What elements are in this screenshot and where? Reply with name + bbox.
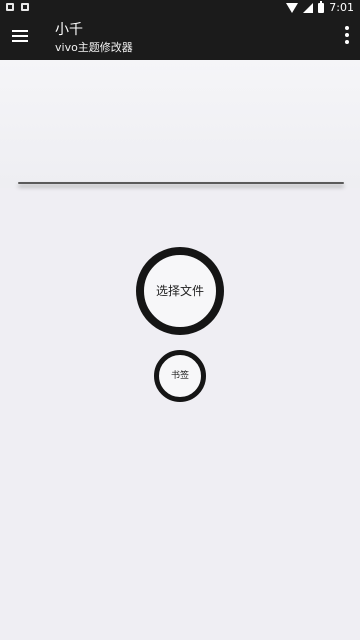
select-file-button[interactable]: 选择文件 — [136, 247, 224, 335]
status-bar: 7:01 — [0, 0, 360, 16]
battery-icon — [318, 1, 325, 13]
signal-icon — [303, 3, 314, 13]
bookmark-button[interactable]: 书签 — [154, 350, 206, 402]
app-bar: 小千 vivo主题修改器 — [0, 16, 360, 60]
menu-icon[interactable] — [12, 28, 30, 42]
app-subtitle: vivo主题修改器 — [55, 41, 133, 54]
status-time: 7:01 — [329, 1, 354, 14]
divider-line — [18, 182, 344, 184]
paper-panel — [0, 60, 360, 188]
wifi-icon — [286, 3, 299, 13]
status-right: 7:01 — [286, 1, 354, 15]
select-file-label: 选择文件 — [155, 284, 204, 298]
more-vert-icon[interactable] — [344, 26, 350, 44]
notification-icon — [21, 3, 29, 11]
bookmark-label: 书签 — [170, 371, 189, 381]
app-title: 小千 — [55, 22, 83, 38]
status-left — [6, 3, 29, 11]
notification-icon — [6, 3, 14, 11]
